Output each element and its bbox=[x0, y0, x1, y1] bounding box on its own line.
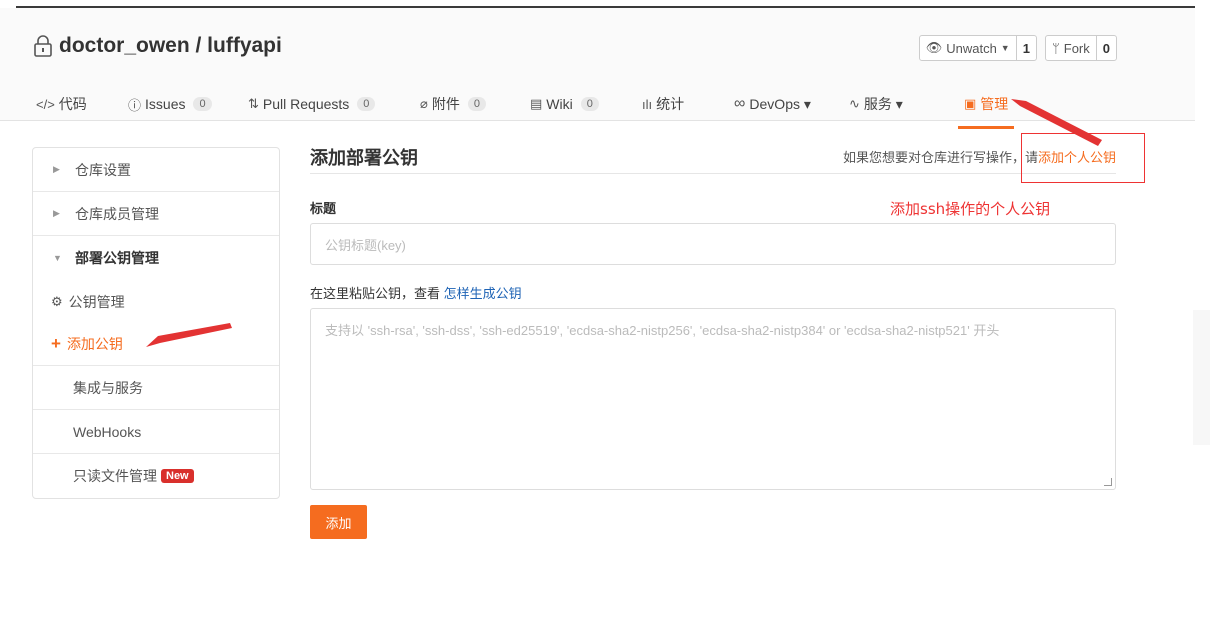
page: doctor_owen / luffyapi 👁︎ Unwatch ▼ 1 ᛘ For… bbox=[0, 0, 1210, 619]
arrow-to-manage-tab bbox=[1011, 99, 1102, 146]
arrow-to-add-key bbox=[146, 323, 232, 347]
annotation-arrows bbox=[146, 99, 1102, 347]
